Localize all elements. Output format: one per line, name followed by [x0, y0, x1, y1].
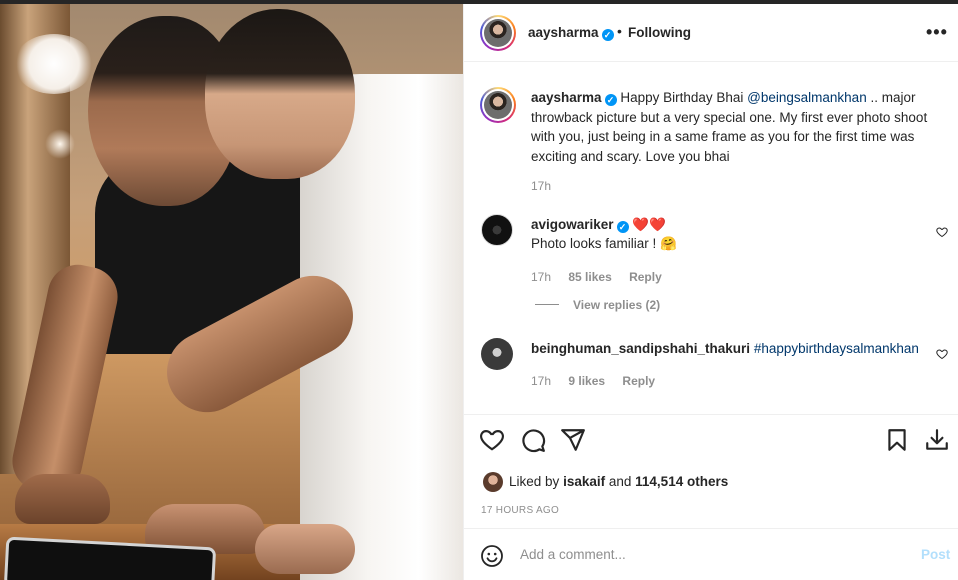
post-button[interactable]: Post — [921, 547, 950, 562]
separator-dot: • — [617, 23, 622, 39]
liker-username[interactable]: isakaif — [563, 474, 605, 489]
comment-like-heart-icon[interactable] — [936, 348, 948, 360]
more-icon[interactable]: ••• — [926, 22, 948, 43]
commenter-username[interactable]: beinghuman_sandipshahi_thakuri — [531, 341, 750, 356]
comment-icon[interactable] — [520, 427, 546, 453]
comment-time: 17h — [531, 270, 552, 284]
commenter-avatar[interactable] — [481, 338, 513, 370]
heart-icon[interactable] — [479, 427, 505, 453]
comment-time: 17h — [531, 374, 552, 388]
verified-badge-icon: ✓ — [604, 94, 617, 106]
comment-likes[interactable]: 9 likes — [568, 374, 605, 388]
liker-avatar[interactable] — [483, 472, 503, 492]
following-button[interactable]: Following — [628, 25, 691, 40]
reply-button[interactable]: Reply — [622, 374, 655, 388]
comment-meta: 17h 85 likes Reply — [531, 270, 676, 284]
commenter-avatar[interactable] — [481, 214, 513, 246]
caption-time: 17h — [531, 179, 552, 193]
comment-input[interactable]: Add a comment... — [520, 547, 626, 562]
mention-link[interactable]: @beingsalmankhan — [747, 90, 867, 105]
bookmark-icon[interactable] — [884, 427, 910, 453]
action-bar: Liked by isakaif and 114,514 others 17 H… — [464, 414, 958, 544]
hearts-emoji: ❤️❤️ — [632, 217, 666, 232]
view-replies-button[interactable]: View replies (2) — [535, 298, 660, 312]
post-side-panel: aaysharma ✓ • Following ••• aaysharma ✓ Ha… — [463, 4, 958, 580]
post-photo[interactable] — [0, 4, 463, 580]
post-header: aaysharma ✓ • Following ••• — [464, 4, 958, 62]
caption-avatar[interactable] — [480, 87, 516, 123]
comment-like-heart-icon[interactable] — [936, 226, 948, 238]
add-comment-bar: Add a comment... Post — [464, 528, 958, 580]
post-caption: aaysharma ✓ Happy Birthday Bhai @beingsal… — [464, 62, 958, 212]
liked-by: Liked by isakaif and 114,514 others — [481, 470, 951, 494]
verified-badge-icon: ✓ — [616, 221, 629, 233]
commenter-username[interactable]: avigowariker ✓ — [531, 217, 629, 233]
reply-button[interactable]: Reply — [629, 270, 662, 284]
caption-username[interactable]: aaysharma ✓ — [531, 90, 617, 106]
hashtag-link[interactable]: #happybirthdaysalmankhan — [754, 341, 919, 356]
paper-plane-icon[interactable] — [560, 427, 586, 453]
author-username[interactable]: aaysharma ✓ — [528, 25, 614, 41]
verified-badge-icon: ✓ — [601, 29, 614, 41]
post-timestamp: 17 HOURS AGO — [481, 505, 560, 516]
comment-text: Photo looks familiar ! 🤗 — [531, 236, 677, 251]
author-avatar[interactable] — [480, 15, 516, 51]
comment-meta: 17h 9 likes Reply — [531, 374, 669, 388]
likes-count[interactable]: 114,514 others — [635, 474, 728, 489]
comment-likes[interactable]: 85 likes — [568, 270, 611, 284]
download-icon[interactable] — [924, 427, 950, 453]
caption-text: aaysharma ✓ Happy Birthday Bhai @beingsal… — [531, 90, 928, 164]
smiley-icon[interactable] — [480, 544, 504, 568]
